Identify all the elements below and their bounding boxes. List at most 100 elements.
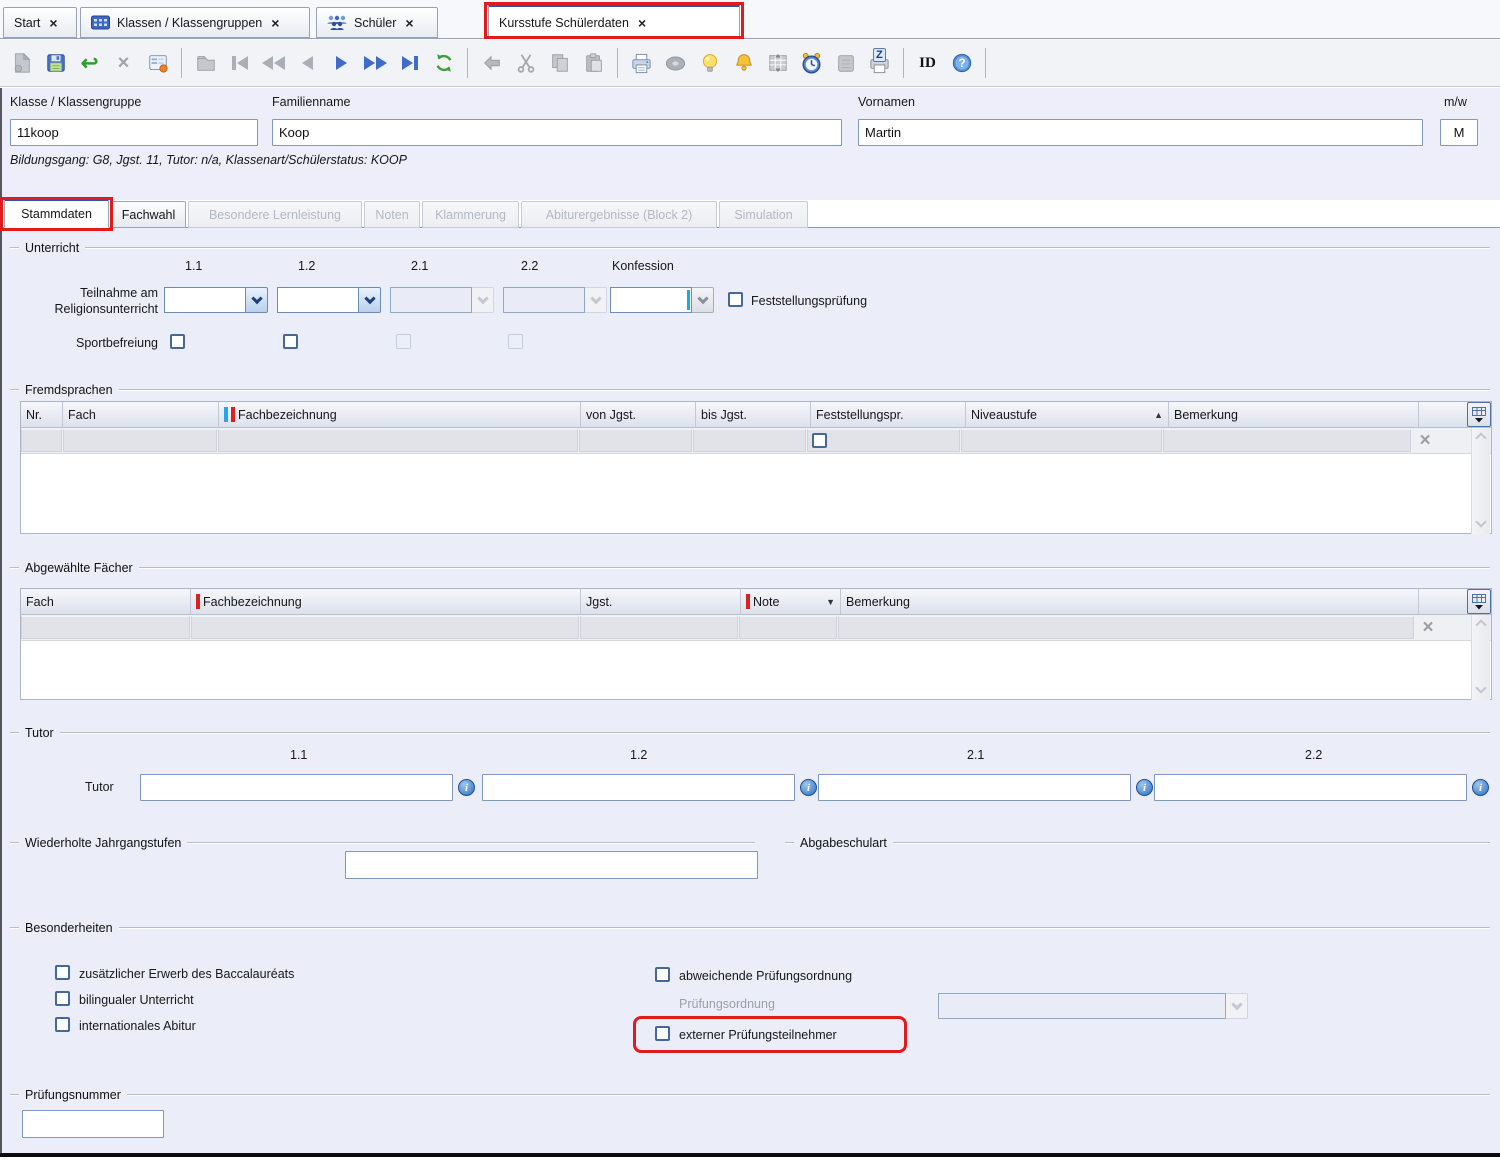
col-niveaustufe[interactable]: Niveaustufe▲ [966, 402, 1169, 427]
cell-nr[interactable] [21, 429, 62, 452]
previous-record-button[interactable] [292, 47, 323, 79]
religion-11-combobox[interactable] [164, 287, 268, 313]
abgewaehlte-table-config-button[interactable] [1467, 589, 1491, 614]
cell-fach[interactable] [63, 429, 217, 452]
notes-button[interactable] [830, 47, 861, 79]
tutor-21-input[interactable] [818, 774, 1131, 801]
print-z-button[interactable]: Z [864, 47, 895, 79]
col-jgst[interactable]: Jgst. [581, 589, 741, 614]
row-feststellungspr-checkbox[interactable] [812, 433, 827, 448]
tab-start-close-icon[interactable]: × [49, 15, 57, 31]
cell-jgst[interactable] [580, 616, 738, 639]
abweichende-pruefungsordnung-checkbox[interactable] [655, 967, 670, 982]
cell-bemerkung[interactable] [838, 616, 1414, 639]
row-delete-button[interactable]: × [1412, 428, 1438, 453]
col-fachbezeichnung[interactable]: Fachbezeichnung [219, 402, 581, 427]
tab-klassen[interactable]: Klassen / Klassengruppen × [80, 7, 310, 38]
fremdsprachen-scrollbar[interactable] [1471, 428, 1490, 534]
notify-button[interactable] [728, 47, 759, 79]
hint-button[interactable] [694, 47, 725, 79]
folder-button[interactable] [190, 47, 221, 79]
col-nr[interactable]: Nr. [21, 402, 63, 427]
transfer-button[interactable] [762, 47, 793, 79]
fremdsprachen-empty-row[interactable]: × [21, 428, 1491, 454]
cell-von-jgst[interactable] [579, 429, 692, 452]
cell-feststellungspr[interactable] [807, 429, 960, 452]
cell-niveaustufe[interactable] [961, 429, 1162, 452]
chevron-down-icon[interactable] [692, 287, 714, 313]
disc-button[interactable] [660, 47, 691, 79]
fast-backward-button[interactable] [258, 47, 289, 79]
edit-form-button[interactable] [142, 47, 173, 79]
id-button[interactable]: ID [912, 47, 943, 79]
mw-input[interactable] [1440, 119, 1478, 146]
scroll-down-icon[interactable] [1475, 682, 1486, 693]
save-button[interactable] [40, 47, 71, 79]
scroll-up-icon[interactable] [1475, 619, 1486, 630]
tutor-11-input[interactable] [140, 774, 453, 801]
tab-schueler-close-icon[interactable]: × [405, 15, 413, 31]
next-record-button[interactable] [326, 47, 357, 79]
chevron-down-icon[interactable] [246, 287, 268, 313]
abgewaehlte-empty-row[interactable]: × [21, 615, 1491, 641]
feststellungspruefung-checkbox[interactable] [728, 292, 743, 307]
col-bis-jgst[interactable]: bis Jgst. [696, 402, 811, 427]
vornamen-input[interactable] [858, 119, 1423, 146]
cell-note[interactable] [739, 616, 837, 639]
religion-12-combobox[interactable] [277, 287, 381, 313]
col-bemerkung[interactable]: Bemerkung [1169, 402, 1419, 427]
cell-fachbezeichnung[interactable] [218, 429, 578, 452]
tutor-12-input[interactable] [482, 774, 795, 801]
tutor-22-info-icon[interactable]: i [1472, 779, 1489, 796]
row-delete-button[interactable]: × [1415, 615, 1441, 640]
tab-schueler[interactable]: Schüler × [316, 7, 438, 38]
last-record-button[interactable] [394, 47, 425, 79]
undo-button[interactable]: ↩ [74, 47, 105, 79]
new-record-button[interactable] [6, 47, 37, 79]
cut-button[interactable] [510, 47, 541, 79]
refresh-button[interactable] [428, 47, 459, 79]
chevron-down-icon[interactable] [359, 287, 381, 313]
tutor-22-input[interactable] [1154, 774, 1467, 801]
col-fach[interactable]: Fach [21, 589, 191, 614]
first-record-button[interactable] [224, 47, 255, 79]
scroll-up-icon[interactable] [1475, 432, 1486, 443]
col-feststellungspr[interactable]: Feststellungspr. [811, 402, 966, 427]
wiederholte-jahrgangstufen-input[interactable] [345, 851, 758, 879]
abgewaehlte-scrollbar[interactable] [1471, 615, 1490, 700]
familienname-input[interactable] [272, 119, 842, 146]
tab-start[interactable]: Start × [3, 7, 77, 38]
col-fachbezeichnung[interactable]: Fachbezeichnung [191, 589, 581, 614]
cell-bemerkung[interactable] [1163, 429, 1411, 452]
col-bemerkung[interactable]: Bemerkung [841, 589, 1419, 614]
cell-fachbezeichnung[interactable] [191, 616, 579, 639]
col-fach[interactable]: Fach [63, 402, 219, 427]
cell-bis-jgst[interactable] [693, 429, 806, 452]
fremdsprachen-table-config-button[interactable] [1467, 402, 1491, 427]
copy-button[interactable] [544, 47, 575, 79]
scroll-down-icon[interactable] [1475, 516, 1486, 527]
tab-klassen-close-icon[interactable]: × [271, 15, 279, 31]
reminder-button[interactable] [796, 47, 827, 79]
sportbefreiung-12-checkbox[interactable] [283, 334, 298, 349]
bilingual-checkbox[interactable] [55, 991, 70, 1006]
back-button[interactable] [476, 47, 507, 79]
sportbefreiung-11-checkbox[interactable] [170, 334, 185, 349]
delete-button[interactable]: × [108, 47, 139, 79]
internationales-abitur-checkbox[interactable] [55, 1017, 70, 1032]
pruefungsnummer-input[interactable] [22, 1110, 164, 1138]
tutor-21-info-icon[interactable]: i [1136, 779, 1153, 796]
konfession-combobox[interactable] [610, 287, 714, 313]
subtab-fachwahl[interactable]: Fachwahl [111, 201, 186, 228]
tutor-11-info-icon[interactable]: i [458, 779, 475, 796]
baccalaureat-checkbox[interactable] [55, 965, 70, 980]
col-von-jgst[interactable]: von Jgst. [581, 402, 696, 427]
col-note[interactable]: Note▼ [741, 589, 841, 614]
print-button[interactable] [626, 47, 657, 79]
fast-forward-button[interactable] [360, 47, 391, 79]
cell-fach[interactable] [21, 616, 190, 639]
tutor-12-info-icon[interactable]: i [800, 779, 817, 796]
help-button[interactable]: ? [946, 47, 977, 79]
paste-button[interactable] [578, 47, 609, 79]
klasse-input[interactable] [10, 119, 258, 146]
